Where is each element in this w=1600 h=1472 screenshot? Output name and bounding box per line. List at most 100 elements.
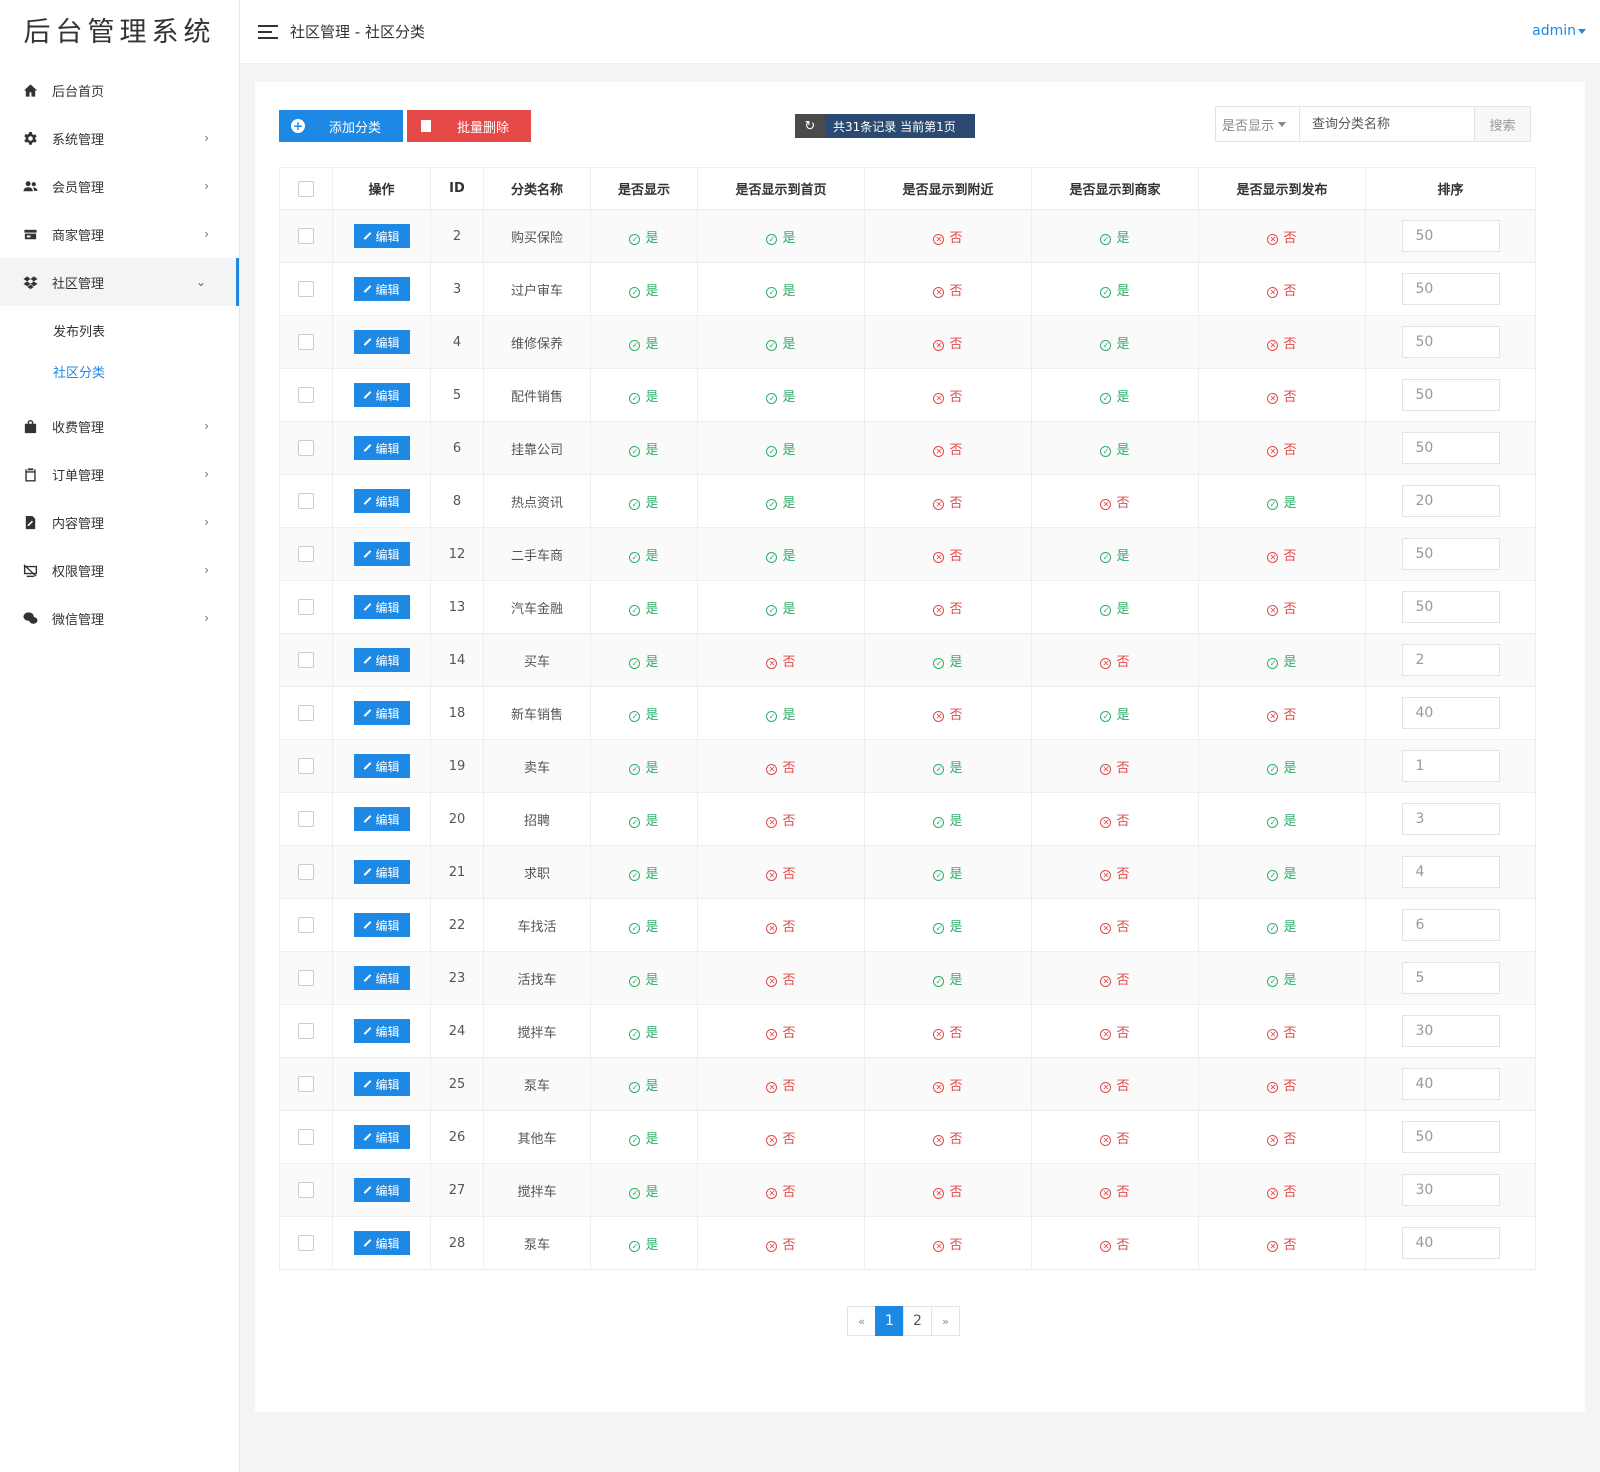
sort-input[interactable] [1401,750,1500,782]
status-no[interactable]: ✕ 否 [1267,1079,1297,1094]
status-no[interactable]: ✕ 否 [933,1238,963,1253]
sidebar-item-content[interactable]: 内容管理 › [0,498,239,546]
status-no[interactable]: ✕ 否 [933,549,963,564]
row-checkbox[interactable] [298,1129,314,1145]
status-no[interactable]: ✕ 否 [933,390,963,405]
status-no[interactable]: ✕ 否 [1100,655,1130,670]
status-no[interactable]: ✕ 否 [933,1026,963,1041]
sort-input[interactable] [1401,1174,1500,1206]
status-yes[interactable]: ✓ 是 [1100,390,1130,405]
display-filter-select[interactable]: 是否显示 [1216,107,1300,141]
status-no[interactable]: ✕ 否 [1267,1132,1297,1147]
status-yes[interactable]: ✓ 是 [1267,867,1297,882]
sort-input[interactable] [1401,856,1500,888]
status-yes[interactable]: ✓ 是 [629,655,659,670]
sort-input[interactable] [1401,379,1500,411]
status-yes[interactable]: ✓ 是 [1100,602,1130,617]
row-checkbox[interactable] [298,228,314,244]
status-no[interactable]: ✕ 否 [766,1026,796,1041]
edit-button[interactable]: 编辑 [353,701,410,725]
status-yes[interactable]: ✓ 是 [766,390,796,405]
status-no[interactable]: ✕ 否 [1267,1185,1297,1200]
status-yes[interactable]: ✓ 是 [766,496,796,511]
sidebar-item-fees[interactable]: 收费管理 › [0,402,239,450]
edit-button[interactable]: 编辑 [353,1019,410,1043]
row-checkbox[interactable] [298,440,314,456]
sidebar-item-community[interactable]: 社区管理 ⌄ [0,258,239,306]
sort-input[interactable] [1401,697,1500,729]
pagination-next[interactable]: » [931,1306,960,1336]
sort-input[interactable] [1401,273,1500,305]
status-yes[interactable]: ✓ 是 [933,867,963,882]
status-no[interactable]: ✕ 否 [1100,1079,1130,1094]
status-yes[interactable]: ✓ 是 [766,231,796,246]
submenu-item-post-list[interactable]: 发布列表 [0,312,239,353]
status-no[interactable]: ✕ 否 [933,602,963,617]
pagination-page[interactable]: 2 [903,1306,932,1336]
status-yes[interactable]: ✓ 是 [766,443,796,458]
status-yes[interactable]: ✓ 是 [1100,443,1130,458]
status-no[interactable]: ✕ 否 [933,1079,963,1094]
status-yes[interactable]: ✓ 是 [629,814,659,829]
status-no[interactable]: ✕ 否 [766,1185,796,1200]
status-no[interactable]: ✕ 否 [933,1185,963,1200]
status-no[interactable]: ✕ 否 [766,655,796,670]
edit-button[interactable]: 编辑 [353,1072,410,1096]
edit-button[interactable]: 编辑 [353,383,410,407]
sort-input[interactable] [1401,326,1500,358]
row-checkbox[interactable] [298,1076,314,1092]
status-no[interactable]: ✕ 否 [1267,284,1297,299]
status-no[interactable]: ✕ 否 [933,708,963,723]
edit-button[interactable]: 编辑 [353,648,410,672]
sort-input[interactable] [1401,803,1500,835]
edit-button[interactable]: 编辑 [353,224,410,248]
status-yes[interactable]: ✓ 是 [629,973,659,988]
batch-delete-button[interactable]: 批量删除 [407,110,531,142]
add-category-button[interactable]: + 添加分类 [279,110,403,142]
status-no[interactable]: ✕ 否 [766,1079,796,1094]
status-yes[interactable]: ✓ 是 [629,867,659,882]
pagination-prev[interactable]: « [847,1306,876,1336]
sidebar-item-permissions[interactable]: 权限管理 › [0,546,239,594]
sidebar-item-system[interactable]: 系统管理 › [0,114,239,162]
row-checkbox[interactable] [298,917,314,933]
status-no[interactable]: ✕ 否 [766,814,796,829]
status-no[interactable]: ✕ 否 [1100,920,1130,935]
status-yes[interactable]: ✓ 是 [933,920,963,935]
row-checkbox[interactable] [298,1235,314,1251]
status-no[interactable]: ✕ 否 [1267,337,1297,352]
select-all-checkbox[interactable] [298,180,314,197]
status-no[interactable]: ✕ 否 [1267,443,1297,458]
sort-input[interactable] [1401,644,1500,676]
edit-button[interactable]: 编辑 [353,277,410,301]
status-yes[interactable]: ✓ 是 [933,761,963,776]
edit-button[interactable]: 编辑 [353,542,410,566]
status-yes[interactable]: ✓ 是 [629,496,659,511]
status-no[interactable]: ✕ 否 [766,973,796,988]
status-yes[interactable]: ✓ 是 [629,284,659,299]
status-yes[interactable]: ✓ 是 [629,549,659,564]
search-button[interactable]: 搜索 [1474,107,1530,141]
status-yes[interactable]: ✓ 是 [629,1132,659,1147]
refresh-icon[interactable]: ↻ [795,114,825,138]
edit-button[interactable]: 编辑 [353,860,410,884]
user-menu[interactable]: admin [1532,23,1586,39]
status-yes[interactable]: ✓ 是 [1267,496,1297,511]
search-input[interactable] [1300,107,1474,141]
sort-input[interactable] [1401,1015,1500,1047]
status-yes[interactable]: ✓ 是 [629,708,659,723]
status-no[interactable]: ✕ 否 [1100,1132,1130,1147]
status-yes[interactable]: ✓ 是 [629,1185,659,1200]
status-yes[interactable]: ✓ 是 [1267,973,1297,988]
status-no[interactable]: ✕ 否 [1267,390,1297,405]
sort-input[interactable] [1401,1121,1500,1153]
status-no[interactable]: ✕ 否 [1267,231,1297,246]
row-checkbox[interactable] [298,864,314,880]
sort-input[interactable] [1401,962,1500,994]
status-yes[interactable]: ✓ 是 [1100,337,1130,352]
status-no[interactable]: ✕ 否 [766,761,796,776]
edit-button[interactable]: 编辑 [353,1231,410,1255]
status-yes[interactable]: ✓ 是 [629,231,659,246]
row-checkbox[interactable] [298,970,314,986]
status-yes[interactable]: ✓ 是 [1100,231,1130,246]
